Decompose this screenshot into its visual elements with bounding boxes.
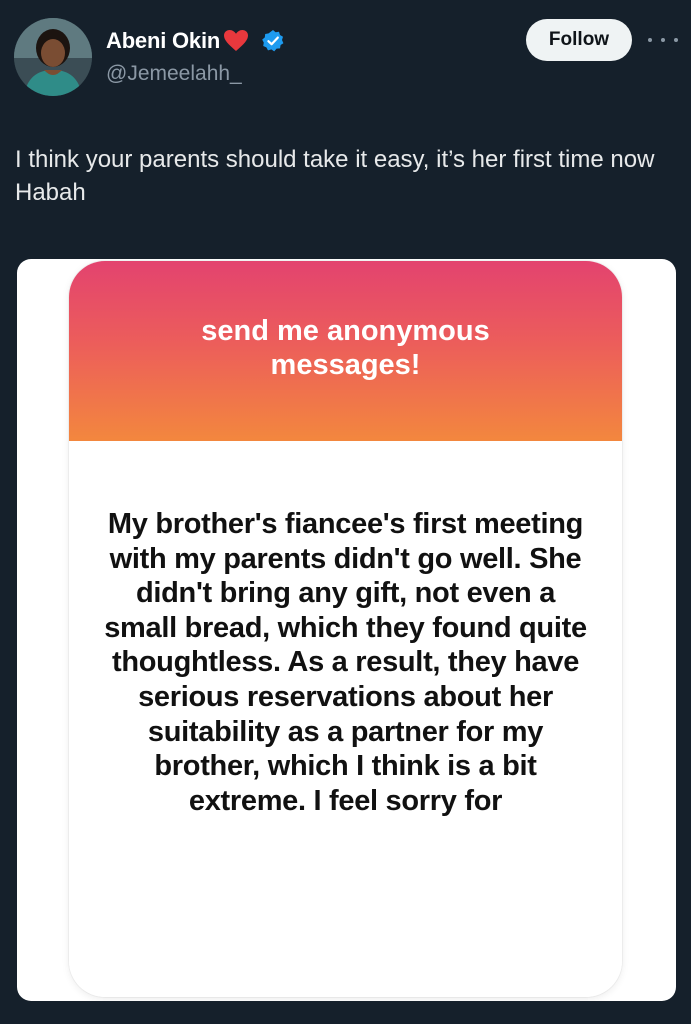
card-body: My brother's fiancee's first meeting wit… — [69, 441, 622, 997]
card-title: send me anonymous messages! — [201, 315, 490, 381]
profile-photo — [14, 18, 92, 96]
post-header: Abeni Okin @Jemeelahh_ Follow — [0, 0, 691, 110]
author-handle[interactable]: @Jemeelahh_ — [106, 62, 242, 86]
avatar[interactable] — [14, 18, 92, 96]
more-dot — [648, 38, 652, 42]
post-media-image[interactable]: send me anonymous messages! My brother's… — [17, 259, 676, 1001]
author-name[interactable]: Abeni Okin — [106, 28, 220, 54]
anonymous-message-text: My brother's fiancee's first meeting wit… — [104, 508, 587, 817]
card-header: send me anonymous messages! — [69, 261, 622, 441]
red-heart-icon — [223, 29, 249, 53]
tweet-text: I think your parents should take it easy… — [15, 146, 655, 206]
anonymous-message-card: send me anonymous messages! My brother's… — [69, 261, 622, 997]
author-name-row: Abeni Okin — [106, 26, 285, 56]
more-horizontal-icon[interactable] — [648, 30, 678, 50]
follow-button[interactable]: Follow — [526, 19, 632, 61]
verified-badge-icon — [261, 29, 285, 53]
more-dot — [674, 38, 678, 42]
more-dot — [661, 38, 665, 42]
